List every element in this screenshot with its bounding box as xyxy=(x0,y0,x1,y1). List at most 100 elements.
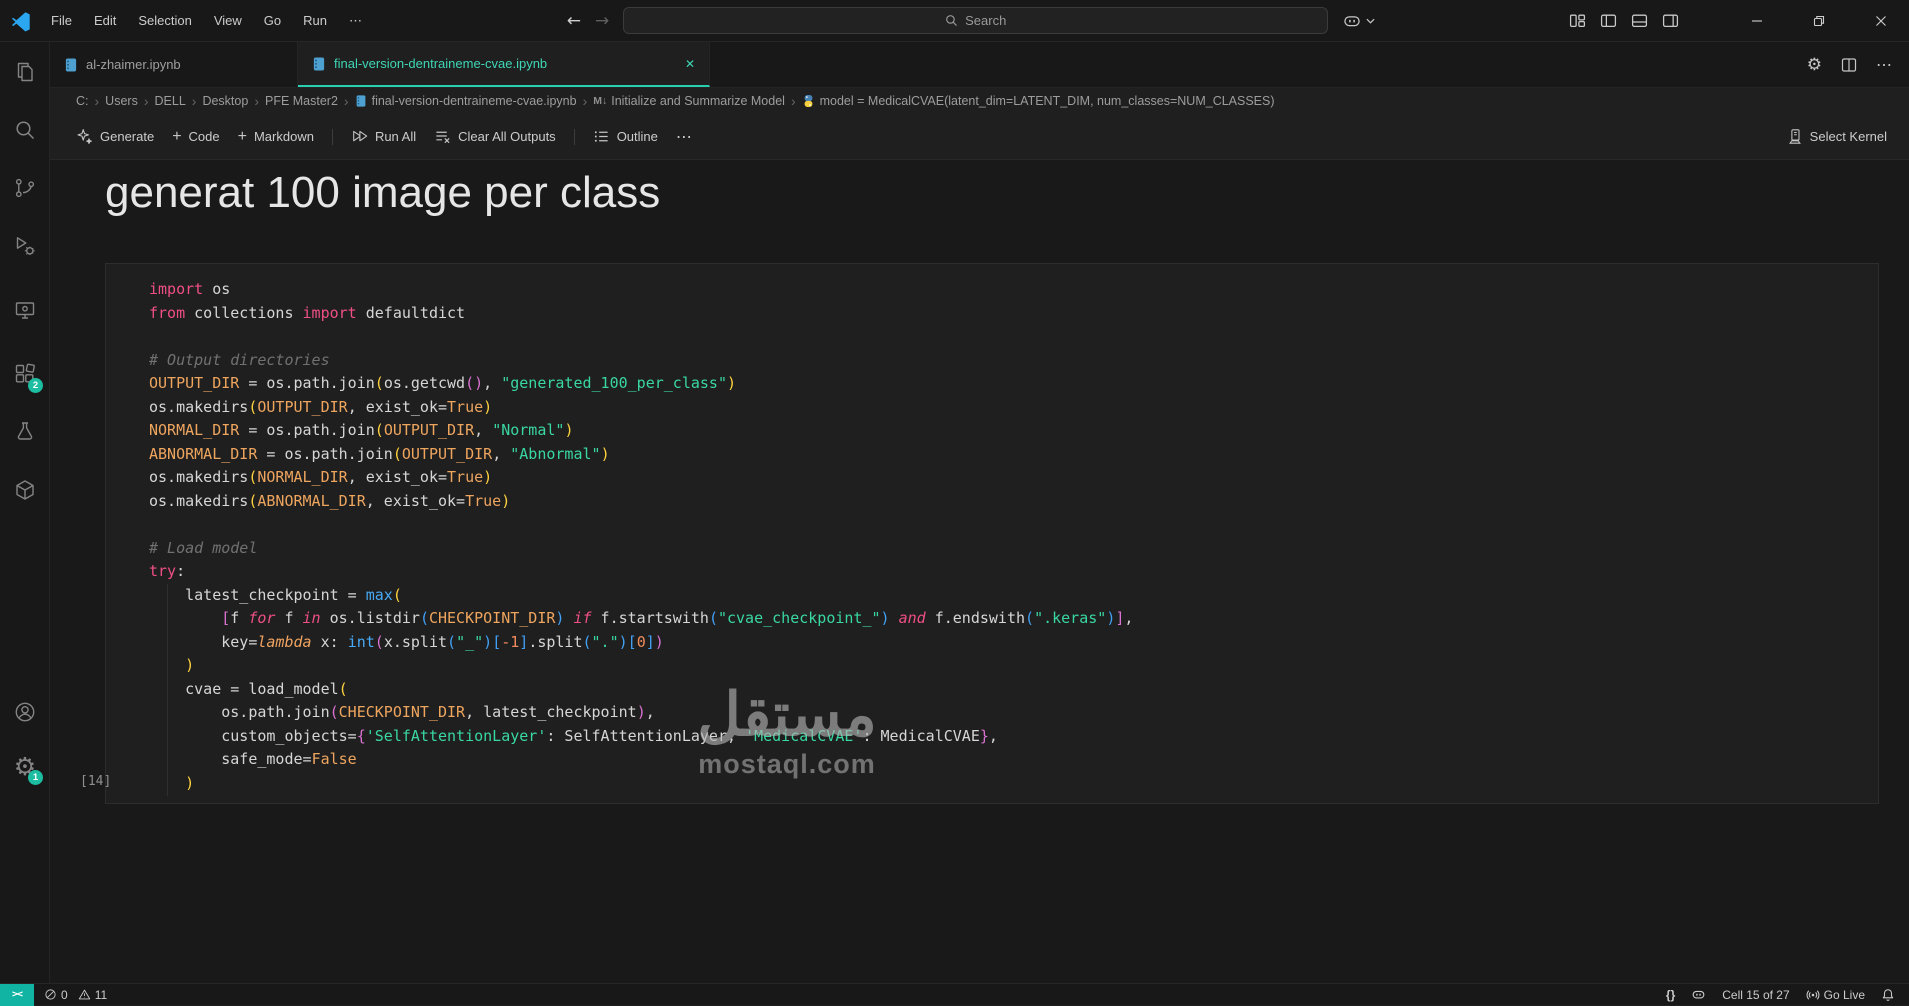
tab-al-zhaimer[interactable]: al-zhaimer.ipynb xyxy=(50,42,298,87)
clear-all-outputs-button[interactable]: Clear All Outputs xyxy=(434,128,556,145)
bell-icon[interactable] xyxy=(1881,988,1895,1002)
sidebar-item-settings[interactable]: ⚙ 1 xyxy=(0,742,50,790)
breadcrumb-item[interactable]: Users xyxy=(105,94,138,108)
menubar: FileEditSelectionViewGoRun⋯ xyxy=(40,9,373,33)
cell-indicator[interactable]: Cell 15 of 27 xyxy=(1722,988,1789,1002)
customize-layout-icon[interactable] xyxy=(1569,12,1586,29)
breadcrumb-file[interactable]: final-version-dentraineme-cvae.ipynb xyxy=(372,94,577,108)
markdown-section-icon: M↓ xyxy=(593,95,607,107)
copilot-status-icon[interactable] xyxy=(1691,987,1706,1002)
code-line[interactable]: os.makedirs(ABNORMAL_DIR, exist_ok=True) xyxy=(149,490,1133,514)
chevron-separator-icon: › xyxy=(95,93,100,109)
run-all-button[interactable]: Run All xyxy=(351,128,416,145)
back-icon[interactable]: ← xyxy=(567,11,581,31)
remote-explorer-icon xyxy=(13,298,37,322)
search-icon xyxy=(13,118,37,142)
braces-indicator[interactable]: {} xyxy=(1666,988,1675,1002)
notebook-toolbar: Generate + Code + Markdown Run All Clear… xyxy=(50,114,1909,160)
close-button[interactable] xyxy=(1853,0,1909,42)
more-toolbar-actions-icon[interactable]: ⋯ xyxy=(676,127,693,147)
errors-item[interactable]: 0 xyxy=(44,988,68,1002)
breadcrumb-item[interactable]: PFE Master2 xyxy=(265,94,338,108)
menu-selection[interactable]: Selection xyxy=(127,9,202,33)
sidebar-item-accounts[interactable] xyxy=(0,688,50,736)
code-line[interactable]: key=lambda x: int(x.split("_")[-1].split… xyxy=(149,631,1133,655)
code-line[interactable] xyxy=(149,513,1133,537)
remote-indicator-button[interactable]: >< xyxy=(0,984,34,1006)
go-live-button[interactable]: Go Live xyxy=(1806,988,1865,1002)
chevron-separator-icon: › xyxy=(344,93,349,109)
select-kernel-button[interactable]: Select Kernel xyxy=(1787,128,1887,145)
sidebar-item-run-debug[interactable] xyxy=(0,222,50,270)
plus-icon: + xyxy=(172,128,181,146)
sidebar-item-remote-explorer[interactable] xyxy=(0,286,50,334)
code-line[interactable]: OUTPUT_DIR = os.path.join(os.getcwd(), "… xyxy=(149,372,1133,396)
container-cube-icon xyxy=(13,478,37,502)
menu-run[interactable]: Run xyxy=(292,9,338,33)
restore-button[interactable] xyxy=(1791,0,1847,42)
warnings-item[interactable]: 11 xyxy=(78,988,107,1002)
copilot-icon xyxy=(1342,11,1362,31)
breadcrumb-section[interactable]: Initialize and Summarize Model xyxy=(611,94,785,108)
breadcrumb-symbol[interactable]: model = MedicalCVAE(latent_dim=LATENT_DI… xyxy=(820,94,1275,108)
breadcrumb-item[interactable]: C: xyxy=(76,94,89,108)
breadcrumb-item[interactable]: Desktop xyxy=(202,94,248,108)
code-line[interactable] xyxy=(149,325,1133,349)
code-line[interactable]: # Load model xyxy=(149,537,1133,561)
run-debug-icon xyxy=(13,234,37,258)
code-cell[interactable]: import osfrom collections import default… xyxy=(105,263,1879,804)
sidebar-item-source-control[interactable] xyxy=(0,164,50,212)
toggle-secondary-sidebar-icon[interactable] xyxy=(1662,12,1679,29)
menu-edit[interactable]: Edit xyxy=(83,9,127,33)
search-input[interactable]: Search xyxy=(623,7,1328,34)
sidebar-item-containers[interactable] xyxy=(0,466,50,514)
toggle-panel-icon[interactable] xyxy=(1631,12,1648,29)
tab-final-version-cvae[interactable]: final-version-dentraineme-cvae.ipynb ✕ xyxy=(298,42,710,87)
menu-go[interactable]: Go xyxy=(253,9,292,33)
notebook-settings-gear-icon[interactable]: ⚙ xyxy=(1807,57,1822,74)
sidebar-item-explorer[interactable] xyxy=(0,48,50,96)
activity-bar: 2 ⚙ 1 xyxy=(0,42,50,983)
search-icon xyxy=(945,14,958,27)
more-actions-icon[interactable]: ⋯ xyxy=(1876,55,1893,75)
breadcrumb-item[interactable]: DELL xyxy=(155,94,186,108)
copilot-button[interactable] xyxy=(1342,11,1375,31)
plus-icon: + xyxy=(238,128,247,146)
toggle-primary-sidebar-icon[interactable] xyxy=(1600,12,1617,29)
code-line[interactable]: ABNORMAL_DIR = os.path.join(OUTPUT_DIR, … xyxy=(149,443,1133,467)
notebook-icon xyxy=(64,57,78,73)
titlebar-right xyxy=(1569,0,1909,42)
titlebar: FileEditSelectionViewGoRun⋯ ← → Search xyxy=(0,0,1909,42)
split-editor-icon[interactable] xyxy=(1841,57,1857,73)
sidebar-item-search[interactable] xyxy=(0,106,50,154)
add-markdown-button[interactable]: + Markdown xyxy=(238,128,314,146)
add-code-button[interactable]: + Code xyxy=(172,128,219,146)
forward-icon[interactable]: → xyxy=(595,11,609,31)
code-line[interactable]: NORMAL_DIR = os.path.join(OUTPUT_DIR, "N… xyxy=(149,419,1133,443)
status-bar: >< 0 11 {} Cell 15 of 27 Go Live xyxy=(0,983,1909,1005)
sidebar-item-extensions[interactable]: 2 xyxy=(0,350,50,398)
code-line[interactable]: os.makedirs(OUTPUT_DIR, exist_ok=True) xyxy=(149,396,1133,420)
minimize-button[interactable] xyxy=(1729,0,1785,42)
code-line[interactable]: latest_checkpoint = max( xyxy=(149,584,1133,608)
code-line[interactable]: try: xyxy=(149,560,1133,584)
menu-[interactable]: ⋯ xyxy=(338,9,373,33)
outline-button[interactable]: Outline xyxy=(593,128,658,145)
markdown-heading[interactable]: generat 100 image per class xyxy=(105,168,660,218)
sidebar-item-testing[interactable] xyxy=(0,408,50,456)
generate-button[interactable]: Generate xyxy=(76,128,154,145)
code-line[interactable]: [f for f in os.listdir(CHECKPOINT_DIR) i… xyxy=(149,607,1133,631)
close-tab-icon[interactable]: ✕ xyxy=(685,57,695,71)
tab-label: al-zhaimer.ipynb xyxy=(86,57,181,72)
code-line[interactable]: # Output directories xyxy=(149,349,1133,373)
tab-bar: al-zhaimer.ipynb final-version-dentraine… xyxy=(50,42,1909,88)
code-line[interactable]: os.makedirs(NORMAL_DIR, exist_ok=True) xyxy=(149,466,1133,490)
code-line[interactable]: from collections import defaultdict xyxy=(149,302,1133,326)
code-line[interactable]: ) xyxy=(149,654,1133,678)
search-placeholder: Search xyxy=(965,13,1006,28)
watermark-latin: mostaql.com xyxy=(635,749,939,780)
error-count: 0 xyxy=(61,988,68,1002)
code-line[interactable]: import os xyxy=(149,278,1133,302)
menu-file[interactable]: File xyxy=(40,9,83,33)
menu-view[interactable]: View xyxy=(203,9,253,33)
